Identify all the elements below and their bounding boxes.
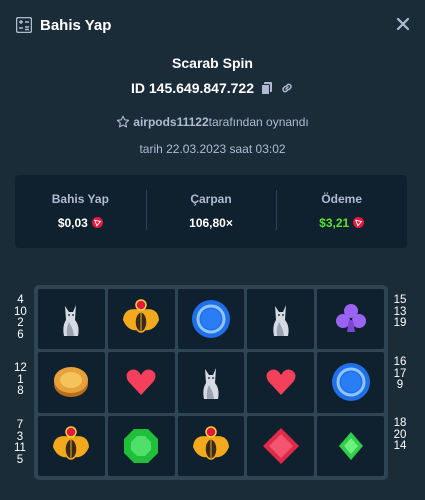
copy-icon[interactable] <box>260 81 274 95</box>
stat-bet-label: Bahis Yap <box>51 191 109 206</box>
stat-multiplier-label: Çarpan <box>190 191 232 206</box>
paylines-left: 12 1 8 <box>14 362 27 398</box>
payline-number: 8 <box>17 385 24 397</box>
bet-stats-panel: Bahis Yap $0,03 Çarpan 106,80× Ödeme $3,… <box>15 175 407 248</box>
cat-statue-icon <box>273 305 289 337</box>
payline-number: 4 <box>17 294 24 306</box>
paylines-right: 18 20 14 <box>392 417 408 453</box>
played-by-suffix: tarafından oynandı <box>208 115 309 129</box>
reel-cell <box>107 289 175 350</box>
blue-ring-icon <box>191 300 230 339</box>
reel-cell <box>177 352 245 413</box>
reel-cell <box>247 289 315 350</box>
payline-number: 18 <box>393 417 407 429</box>
gold-coin-icon <box>54 367 89 398</box>
payline-number: 7 <box>16 419 24 431</box>
scarab-icon <box>123 299 160 333</box>
bet-slip-icon <box>16 17 32 33</box>
payline-number: 6 <box>17 328 24 341</box>
payline-number: 5 <box>16 453 24 466</box>
reel-cell <box>247 352 315 413</box>
game-title: Scarab Spin <box>172 55 253 71</box>
stat-bet: Bahis Yap $0,03 <box>15 192 146 232</box>
reel-cell <box>317 352 384 413</box>
stat-bet-value-row: $0,03 <box>58 216 103 230</box>
green-gem-icon <box>124 428 159 463</box>
reel-cell <box>317 415 384 476</box>
reel-cell <box>177 415 245 476</box>
stat-payout: Ödeme $3,21 <box>276 189 407 232</box>
red-diamond-icon <box>262 427 299 464</box>
paylines-left: 4 10 2 6 <box>14 294 27 341</box>
reel-cell <box>107 415 175 476</box>
stat-multiplier-value: 106,80× <box>189 215 233 230</box>
green-diamond-icon <box>338 431 363 460</box>
played-by-row: airpods11122 tarafından oynandı <box>0 115 425 129</box>
slot-board: 4 10 2 6 12 1 8 7 3 11 5 15 13 19 16 17 … <box>0 280 425 485</box>
payline-number: 12 <box>14 362 27 374</box>
bet-date: tarih 22.03.2023 saat 03:02 <box>139 142 286 156</box>
heart-icon <box>266 370 296 396</box>
stat-payout-value: $3,21 <box>319 215 350 230</box>
link-icon[interactable] <box>280 81 294 95</box>
reel-cell <box>247 415 315 476</box>
close-icon[interactable] <box>395 16 411 32</box>
paylines-left: 7 3 11 5 <box>14 419 26 466</box>
cat-statue-icon <box>203 368 219 400</box>
stat-payout-value-row: $3,21 <box>319 215 365 230</box>
paylines-right: 15 13 19 <box>392 294 408 330</box>
payline-number: 11 <box>14 442 26 454</box>
reel-cell <box>177 289 245 350</box>
player-name[interactable]: airpods11122 <box>133 115 208 129</box>
reel-cell <box>38 289 105 350</box>
modal-title: Bahis Yap <box>40 16 112 34</box>
payline-number: 9 <box>396 379 404 391</box>
stat-multiplier: Çarpan 106,80× <box>145 189 277 232</box>
bet-id: ID 145.649.847.722 <box>131 80 254 96</box>
payline-number: 19 <box>393 317 407 329</box>
reel-cell <box>38 352 105 413</box>
reel-cell <box>38 415 105 476</box>
paylines-right: 16 17 9 <box>392 356 408 392</box>
stat-bet-value: $0,03 <box>57 215 88 230</box>
bet-id-row: ID 145.649.847.722 <box>0 80 425 96</box>
tron-coin-icon <box>353 217 365 228</box>
payline-number: 14 <box>393 440 407 452</box>
scarab-icon <box>53 426 90 460</box>
cat-statue-icon <box>63 305 79 337</box>
star-icon[interactable] <box>116 115 130 129</box>
modal-header: Bahis Yap <box>0 0 425 50</box>
scarab-icon <box>192 426 229 460</box>
payline-number: 16 <box>393 356 407 368</box>
club-icon <box>335 304 366 333</box>
heart-icon <box>126 370 156 396</box>
reel-grid <box>34 285 388 480</box>
tron-coin-icon <box>91 217 103 228</box>
reel-cell <box>107 352 175 413</box>
reel-cell <box>317 289 384 350</box>
payline-number: 15 <box>393 294 407 306</box>
stat-payout-label: Ödeme <box>321 191 363 206</box>
payline-number: 2 <box>17 317 24 329</box>
blue-ring-icon <box>331 363 370 402</box>
